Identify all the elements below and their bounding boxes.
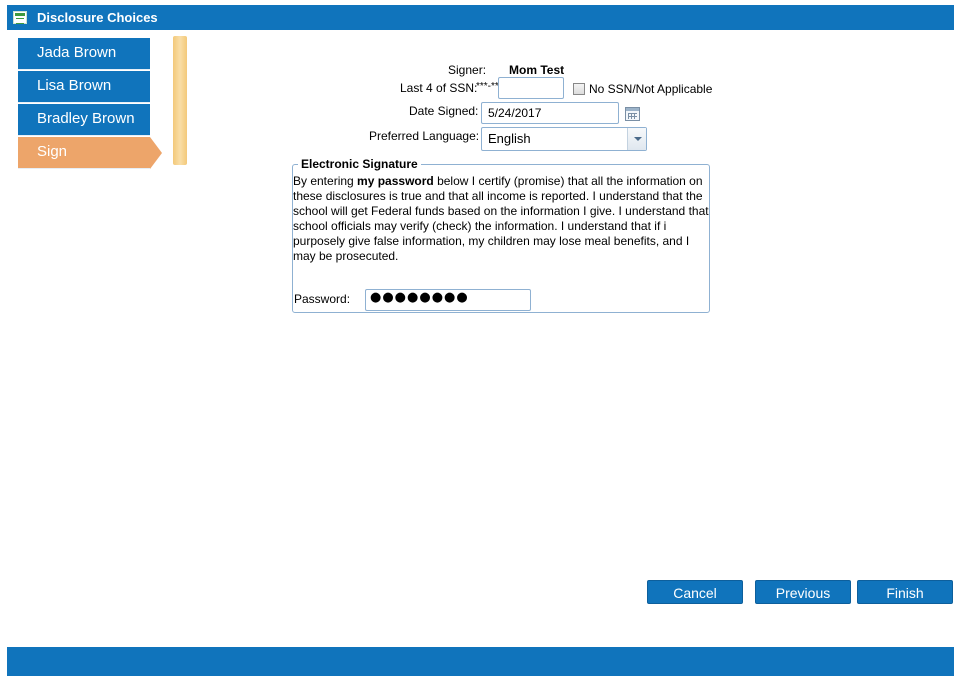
certification-text-bold: my password bbox=[357, 174, 434, 188]
chevron-down-icon[interactable] bbox=[627, 128, 646, 150]
date-signed-input[interactable]: 5/24/2017 bbox=[481, 102, 619, 124]
footer-bar bbox=[7, 647, 954, 676]
sign-form: Signer: Mom Test Last 4 of SSN: ***-**- … bbox=[7, 0, 954, 676]
date-signed-label: Date Signed: bbox=[409, 104, 479, 118]
preferred-language-value: English bbox=[488, 131, 531, 146]
signer-label: Signer: bbox=[448, 63, 487, 77]
preferred-language-select[interactable]: English bbox=[481, 127, 647, 151]
finish-button[interactable]: Finish bbox=[857, 580, 953, 604]
cancel-button[interactable]: Cancel bbox=[647, 580, 743, 604]
signature-certification-text: By entering my password below I certify … bbox=[293, 174, 711, 264]
ssn-label: Last 4 of SSN: bbox=[400, 81, 478, 95]
electronic-signature-legend: Electronic Signature bbox=[298, 157, 421, 171]
calendar-icon[interactable] bbox=[625, 107, 640, 121]
no-ssn-label: No SSN/Not Applicable bbox=[589, 82, 713, 96]
password-label: Password: bbox=[294, 292, 351, 306]
ssn-last4-input[interactable] bbox=[498, 77, 564, 99]
previous-button[interactable]: Previous bbox=[755, 580, 851, 604]
preferred-language-label: Preferred Language: bbox=[369, 129, 480, 143]
no-ssn-checkbox[interactable] bbox=[573, 83, 585, 95]
certification-text-start: By entering bbox=[293, 174, 358, 188]
disclosure-choices-window: Disclosure Choices Jada Brown Lisa Brown… bbox=[7, 0, 954, 676]
password-input[interactable]: ●●●●●●●● bbox=[365, 289, 531, 311]
signer-value: Mom Test bbox=[509, 63, 565, 77]
